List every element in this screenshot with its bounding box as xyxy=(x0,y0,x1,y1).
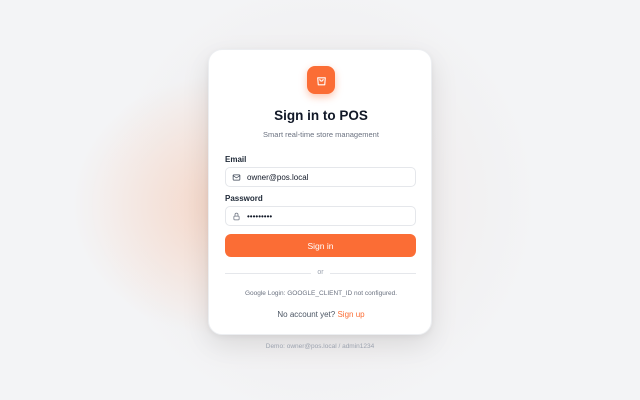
demo-credentials-hint: Demo: owner@pos.local / admin1234 xyxy=(265,343,375,350)
email-label: Email xyxy=(225,155,247,164)
page-subtitle: Smart real-time store management xyxy=(263,130,379,139)
sign-in-button[interactable]: Sign in xyxy=(225,234,416,257)
lock-icon xyxy=(232,211,242,221)
login-card: Sign in to POS Smart real-time store man… xyxy=(208,49,432,335)
mail-icon xyxy=(232,172,242,182)
shopping-bag-icon xyxy=(315,74,328,87)
email-input[interactable] xyxy=(247,169,407,185)
password-label: Password xyxy=(225,194,263,203)
divider-line-right xyxy=(330,273,416,274)
login-page: Sign in to POS Smart real-time store man… xyxy=(0,0,640,400)
signup-prompt: No account yet? xyxy=(277,310,338,319)
signup-row: No account yet? Sign up xyxy=(209,310,433,319)
app-logo xyxy=(307,66,335,94)
email-field-wrapper xyxy=(225,167,416,187)
password-field-wrapper xyxy=(225,206,416,226)
password-input[interactable] xyxy=(247,208,407,224)
or-divider: or xyxy=(225,268,416,278)
page-title: Sign in to POS xyxy=(274,108,368,123)
sign-up-link[interactable]: Sign up xyxy=(337,310,364,319)
google-login-notice: Google Login: GOOGLE_CLIENT_ID not confi… xyxy=(244,290,398,297)
